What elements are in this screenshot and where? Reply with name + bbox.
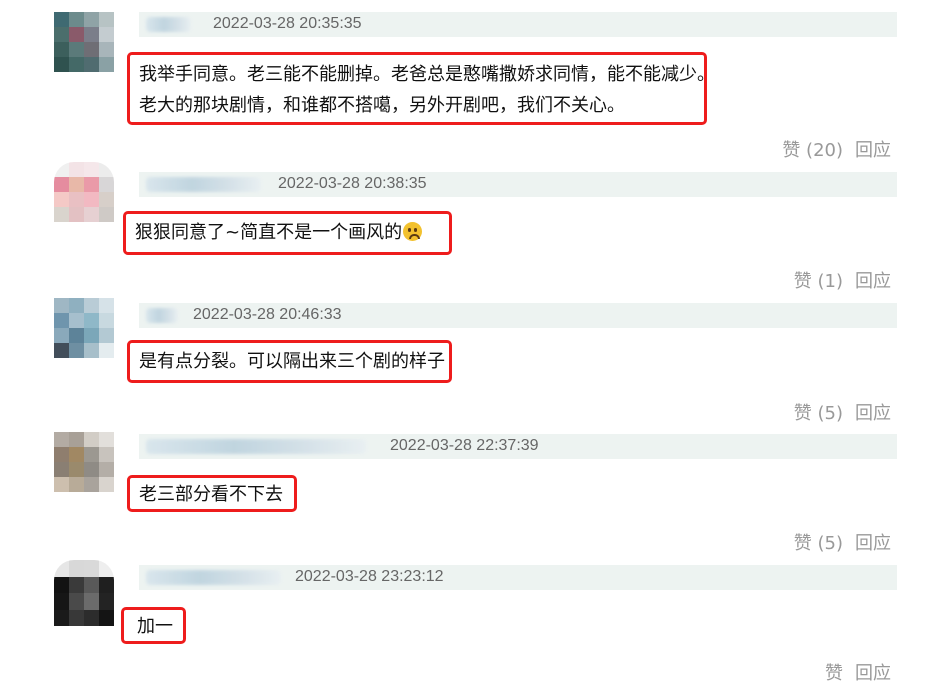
username-blurred[interactable] [146, 177, 261, 192]
avatar[interactable] [54, 298, 114, 358]
avatar[interactable] [54, 12, 114, 72]
reply-button[interactable]: 回应 [855, 533, 891, 554]
reply-button[interactable]: 回应 [855, 663, 891, 684]
like-button[interactable]: 赞 [825, 663, 843, 684]
comment-timestamp: 2022-03-28 23:23:12 [295, 568, 444, 585]
username-blurred[interactable] [146, 17, 191, 32]
comment-actions: 赞 (1) 回应 [794, 267, 891, 293]
comment-timestamp: 2022-03-28 20:38:35 [278, 175, 427, 192]
like-button[interactable]: 赞 (20) [782, 140, 843, 161]
comment-text-line: 我举手同意。老三能不能删掉。老爸总是憨嘴撒娇求同情，能不能减少。 [139, 64, 715, 85]
like-button[interactable]: 赞 (1) [794, 271, 843, 292]
comment-body-highlight: 是有点分裂。可以隔出来三个剧的样子 [127, 340, 452, 383]
like-button[interactable]: 赞 (5) [794, 403, 843, 424]
comment-body-highlight: 老三部分看不下去 [127, 475, 297, 512]
comment-text-line: 老三部分看不下去 [139, 484, 283, 505]
comment-text-line: 加一 [137, 616, 173, 637]
sad-face-emoji [403, 222, 423, 241]
avatar[interactable] [54, 162, 114, 222]
comment-actions: 赞 (5) 回应 [794, 399, 891, 425]
reply-button[interactable]: 回应 [855, 403, 891, 424]
comment-text-line: 老大的那块剧情，和谁都不搭噶，另外开剧吧，我们不关心。 [139, 95, 625, 116]
reply-button[interactable]: 回应 [855, 140, 891, 161]
comment-text: 狠狠同意了~简直不是一个画风的 [135, 222, 403, 243]
comment-actions: 赞回应 [825, 659, 891, 685]
username-blurred[interactable] [146, 308, 178, 323]
avatar[interactable] [54, 432, 114, 492]
comment-meta: 2022-03-28 20:35:35 [139, 12, 897, 37]
comment-meta: 2022-03-28 20:46:33 [139, 303, 897, 328]
comment-actions: 赞 (5) 回应 [794, 529, 891, 555]
comment-meta: 2022-03-28 20:38:35 [139, 172, 897, 197]
like-button[interactable]: 赞 (5) [794, 533, 843, 554]
comment-body-highlight: 加一 [121, 607, 186, 644]
comment-text-line: 狠狠同意了~简直不是一个画风的 [135, 217, 440, 248]
comment-body-highlight: 我举手同意。老三能不能删掉。老爸总是憨嘴撒娇求同情，能不能减少。 老大的那块剧情… [127, 52, 715, 125]
comment-meta: 2022-03-28 23:23:12 [139, 565, 897, 590]
comment-meta: 2022-03-28 22:37:39 [139, 434, 897, 459]
reply-button[interactable]: 回应 [855, 271, 891, 292]
username-blurred[interactable] [146, 570, 281, 585]
comment-actions: 赞 (20) 回应 [782, 136, 891, 162]
comment-body-highlight: 狠狠同意了~简直不是一个画风的 [123, 211, 452, 255]
comment-text-line: 是有点分裂。可以隔出来三个剧的样子 [139, 351, 445, 372]
username-blurred[interactable] [146, 439, 366, 454]
comment-timestamp: 2022-03-28 20:46:33 [193, 306, 342, 323]
comment-timestamp: 2022-03-28 22:37:39 [390, 437, 539, 454]
comment-timestamp: 2022-03-28 20:35:35 [213, 15, 362, 32]
avatar[interactable] [54, 560, 114, 626]
